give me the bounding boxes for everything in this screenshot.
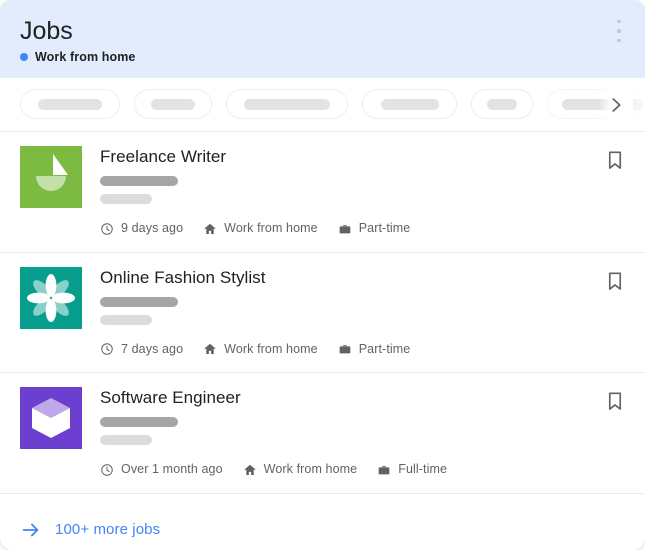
job-posted-date: Over 1 month ago xyxy=(121,462,223,476)
chevron-right-icon[interactable] xyxy=(599,78,633,131)
job-title: Online Fashion Stylist xyxy=(100,267,266,287)
filter-chip-placeholder-bar xyxy=(487,98,517,110)
job-posted-date-group: 9 days ago xyxy=(100,221,183,236)
briefcase-icon xyxy=(339,224,351,233)
job-company-placeholder xyxy=(100,176,178,186)
bookmark-icon[interactable] xyxy=(604,270,626,292)
job-source-placeholder xyxy=(100,435,152,445)
job-type-group: Part-time xyxy=(338,221,411,236)
flower-logo xyxy=(20,266,82,329)
job-meta-row: Over 1 month ago Work from home Full-tim… xyxy=(100,462,447,477)
home-icon xyxy=(204,223,217,234)
more-jobs-label: 100+ more jobs xyxy=(55,521,161,539)
job-location: Work from home xyxy=(224,221,318,235)
page-title: Jobs xyxy=(20,17,73,45)
briefcase-icon xyxy=(339,345,351,354)
job-location: Work from home xyxy=(263,462,358,476)
jobs-footer: 100+ more jobs xyxy=(0,511,645,550)
filter-chip-placeholder-bar xyxy=(38,98,102,110)
job-posted-date-group: 7 days ago xyxy=(100,342,183,357)
jobs-widget-root: Jobs Work from home Freelance Writer 9 d… xyxy=(0,0,645,550)
job-source-placeholder xyxy=(100,314,152,325)
job-type: Full-time xyxy=(398,462,448,476)
filter-chip-placeholder-bar xyxy=(380,98,439,110)
header-subtitle-group: Work from home xyxy=(20,50,135,64)
jobs-card: Jobs Work from home Freelance Writer 9 d… xyxy=(0,0,645,550)
job-meta-row: 7 days ago Work from home Part-time xyxy=(100,342,410,357)
jobs-header: Jobs Work from home xyxy=(0,0,645,78)
bookmark-icon[interactable] xyxy=(604,149,626,171)
job-list-item[interactable]: Online Fashion Stylist 7 days ago Work f… xyxy=(0,253,645,373)
job-type-group: Part-time xyxy=(338,342,411,357)
kebab-dot xyxy=(617,20,621,24)
job-list: Freelance Writer 9 days ago Work from ho… xyxy=(0,132,645,511)
filter-chip-2[interactable] xyxy=(134,89,212,119)
job-list-item[interactable]: Software Engineer Over 1 month ago Work … xyxy=(0,373,645,494)
filter-chip-5[interactable] xyxy=(471,89,533,119)
clock-icon xyxy=(101,222,113,235)
home-icon xyxy=(243,464,256,475)
job-meta-row: 9 days ago Work from home Part-time xyxy=(100,221,410,236)
filter-chip-3[interactable] xyxy=(226,89,348,119)
job-location-group: Work from home xyxy=(203,342,318,357)
job-title: Software Engineer xyxy=(100,388,241,407)
bookmark-icon[interactable] xyxy=(604,390,626,412)
sailboat-logo xyxy=(20,146,82,208)
job-location-group: Work from home xyxy=(243,462,358,477)
job-type: Part-time xyxy=(358,341,411,356)
job-location-group: Work from home xyxy=(203,221,318,236)
kebab-dot xyxy=(617,29,621,33)
job-posted-date: 9 days ago xyxy=(121,221,184,235)
job-source-placeholder xyxy=(100,194,152,204)
header-subtitle: Work from home xyxy=(35,50,136,64)
filter-chips-scroller[interactable] xyxy=(20,89,645,119)
home-icon xyxy=(204,343,217,354)
cube-logo xyxy=(20,387,82,449)
filter-chip-placeholder-bar xyxy=(244,98,330,110)
filter-chip-placeholder-bar xyxy=(151,98,195,110)
filter-chips-row xyxy=(0,78,645,132)
more-vert-icon[interactable] xyxy=(609,18,629,44)
job-company-placeholder xyxy=(100,417,178,427)
clock-icon xyxy=(101,343,113,355)
job-company-placeholder xyxy=(100,296,178,307)
filter-chip-1[interactable] xyxy=(20,89,120,119)
job-posted-date-group: Over 1 month ago xyxy=(100,462,223,477)
briefcase-icon xyxy=(378,465,390,474)
filter-chip-4[interactable] xyxy=(362,89,457,119)
clock-icon xyxy=(101,463,113,476)
job-type: Part-time xyxy=(358,221,411,235)
job-title: Freelance Writer xyxy=(100,147,227,166)
job-list-item[interactable]: Freelance Writer 9 days ago Work from ho… xyxy=(0,132,645,253)
job-type-group: Full-time xyxy=(377,462,447,477)
blue-dot-icon xyxy=(20,53,28,61)
job-location: Work from home xyxy=(224,341,318,356)
kebab-dot xyxy=(617,38,621,42)
more-jobs-link[interactable]: 100+ more jobs xyxy=(20,519,160,541)
arrow-right-icon xyxy=(22,523,39,537)
job-posted-date: 7 days ago xyxy=(121,341,184,356)
